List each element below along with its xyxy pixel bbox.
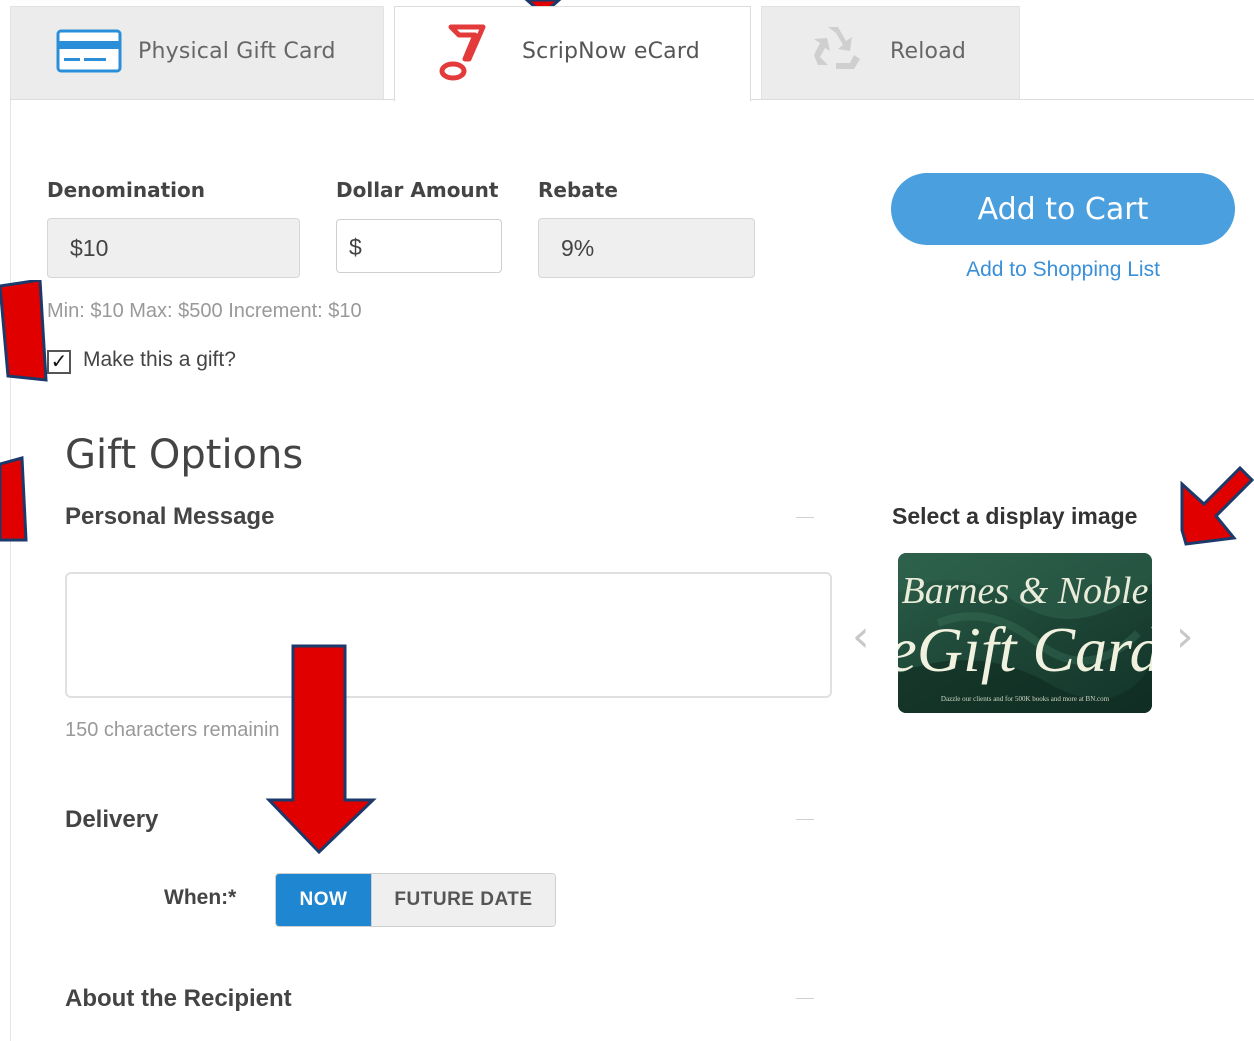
rebate-label: Rebate	[538, 178, 618, 202]
collapse-delivery[interactable]	[796, 819, 814, 820]
checkmark-icon: ✓	[50, 351, 68, 373]
tab-label: Physical Gift Card	[138, 39, 336, 64]
credit-card-icon	[56, 29, 122, 73]
display-image-title: Select a display image	[892, 503, 1138, 529]
scripnow-bolt-icon	[439, 24, 486, 81]
add-to-cart-button[interactable]: Add to Cart	[891, 173, 1235, 245]
dollar-amount-label: Dollar Amount	[336, 178, 499, 202]
annotation-arrow-right	[1180, 465, 1254, 546]
amount-limits: Min: $10 Max: $500 Increment: $10	[47, 300, 362, 322]
content-border	[10, 100, 11, 1041]
tab-physical-gift-card[interactable]: Physical Gift Card	[10, 6, 384, 100]
chars-remaining: 150 characters remainin	[65, 719, 280, 741]
card-title-line2: eGift Card	[898, 614, 1152, 685]
denomination-select[interactable]: $10	[47, 218, 300, 278]
make-gift-label: Make this a gift?	[83, 348, 236, 371]
collapse-personal-message[interactable]	[796, 517, 814, 518]
tab-label: ScripNow eCard	[522, 39, 700, 64]
tab-label: Reload	[890, 39, 967, 64]
annotation-arrow-down	[265, 644, 377, 855]
card-title-line1: Barnes & Noble	[902, 570, 1149, 612]
delivery-title: Delivery	[65, 806, 159, 833]
delivery-now-button[interactable]: NOW	[276, 874, 371, 926]
annotation-arrow-left-lower	[0, 456, 28, 542]
tab-scripnow-ecard[interactable]: ScripNow eCard	[394, 6, 751, 102]
personal-message-title: Personal Message	[65, 503, 275, 530]
recycle-icon	[814, 27, 860, 69]
delivery-future-date-button[interactable]: FUTURE DATE	[371, 874, 555, 926]
make-gift-checkbox[interactable]: ✓	[47, 350, 71, 374]
card-artwork: Barnes & Noble eGift Card Dazzle our cli…	[898, 553, 1152, 713]
collapse-about-recipient[interactable]	[796, 998, 814, 999]
tab-reload[interactable]: Reload	[761, 6, 1020, 100]
personal-message-textarea[interactable]	[65, 572, 832, 698]
display-image-card[interactable]: Barnes & Noble eGift Card Dazzle our cli…	[898, 553, 1152, 713]
annotation-arrow-left-upper	[0, 280, 48, 382]
card-fine-print: Dazzle our clients and for 500K books an…	[941, 695, 1110, 703]
dollar-amount-input[interactable]: $	[336, 219, 502, 273]
chevron-right-icon[interactable]: ›	[1176, 615, 1194, 659]
denomination-label: Denomination	[47, 178, 205, 202]
chevron-left-icon[interactable]: ‹	[852, 615, 870, 659]
gift-options-heading: Gift Options	[65, 432, 304, 478]
rebate-value: 9%	[538, 218, 755, 278]
about-recipient-title: About the Recipient	[65, 985, 292, 1012]
delivery-when-toggle: NOW FUTURE DATE	[275, 873, 556, 927]
add-to-shopping-list-link[interactable]: Add to Shopping List	[891, 258, 1235, 282]
when-label: When:*	[164, 886, 237, 909]
